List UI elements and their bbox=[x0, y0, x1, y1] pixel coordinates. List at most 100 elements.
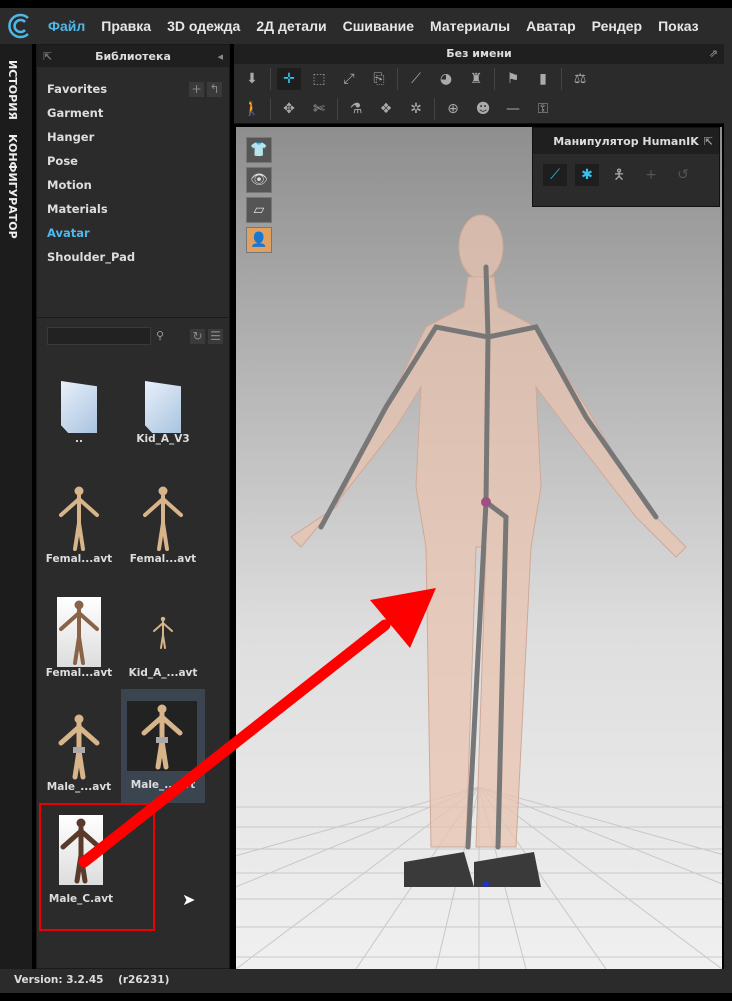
ik-full-body-icon[interactable]: ✱ bbox=[575, 164, 599, 186]
toolbar-row-2: 🚶 ✥ ✄ ⚗ ❖ ✲ ⊕ ☻ — ⚿ bbox=[234, 94, 724, 124]
app-logo-icon bbox=[8, 13, 29, 39]
pattern-icon[interactable]: ✲ bbox=[404, 98, 428, 120]
library-item-female-3[interactable]: Femal...avt bbox=[37, 579, 121, 691]
button-icon[interactable]: ⊕ bbox=[441, 98, 465, 120]
search-input[interactable] bbox=[47, 327, 151, 345]
category-materials[interactable]: Materials bbox=[47, 202, 108, 216]
show-avatar-icon[interactable]: 👁 bbox=[246, 167, 272, 193]
ik-pin-lock-icon[interactable]: + bbox=[639, 164, 663, 186]
transform-icon[interactable]: ⤢ bbox=[337, 68, 361, 90]
item-label: Femal...avt bbox=[129, 553, 197, 565]
folder-icon bbox=[61, 381, 97, 433]
menu-file[interactable]: Файл bbox=[48, 18, 85, 34]
avatar-thumbnail bbox=[59, 815, 103, 885]
library-item-male-c[interactable]: Male_C.avt bbox=[39, 803, 155, 931]
item-label: Femal...avt bbox=[45, 667, 113, 679]
tab-history[interactable]: ИСТОРИЯ bbox=[6, 60, 19, 120]
toolbar-row-1: ⬇ ✛ ⬚ ⤢ ⎘ ⟋ ◕ ♜ ⚑ ▮ ⚖ bbox=[234, 64, 724, 94]
buttonhole-icon[interactable]: ☻ bbox=[471, 98, 495, 120]
library-item-kid-a[interactable]: Kid_A_...avt bbox=[121, 579, 205, 691]
viewport-header: Без имени ⇗ bbox=[234, 44, 724, 64]
category-avatar[interactable]: Avatar bbox=[47, 226, 90, 240]
tack-icon[interactable]: ◕ bbox=[434, 68, 458, 90]
show-pattern-icon[interactable]: ▱ bbox=[246, 197, 272, 223]
refresh-button[interactable]: ↻ bbox=[190, 329, 205, 344]
avatar-thumbnail bbox=[127, 701, 197, 771]
item-label: Kid_A_...avt bbox=[128, 667, 198, 679]
category-motion[interactable]: Motion bbox=[47, 178, 92, 192]
popout-icon[interactable]: ⇗ bbox=[709, 44, 718, 64]
menu-3d-garment[interactable]: 3D одежда bbox=[167, 18, 240, 34]
search-icon[interactable]: ⚲ bbox=[156, 329, 164, 342]
arrangement-icon[interactable]: ⚑ bbox=[501, 68, 525, 90]
library-item-female-1[interactable]: Femal...avt bbox=[37, 465, 121, 577]
list-view-button[interactable]: ☰ bbox=[208, 329, 223, 344]
fold-icon[interactable]: ⎘ bbox=[367, 68, 391, 90]
menu-2d-pattern[interactable]: 2Д детали bbox=[256, 18, 326, 34]
menu-edit[interactable]: Правка bbox=[101, 18, 151, 34]
humanik-title: Манипулятор HumanIK bbox=[553, 134, 699, 148]
category-pose[interactable]: Pose bbox=[47, 154, 78, 168]
simulate-icon[interactable]: ⬇ bbox=[240, 68, 264, 90]
foot-joint bbox=[483, 881, 489, 887]
item-label: Male_...avt bbox=[46, 781, 112, 793]
menu-render[interactable]: Рендер bbox=[592, 18, 642, 34]
select-box-icon[interactable]: ⬚ bbox=[307, 68, 331, 90]
avatar-thumbnail bbox=[59, 486, 99, 551]
viewport-title: Без имени bbox=[446, 47, 512, 60]
category-garment[interactable]: Garment bbox=[47, 106, 103, 120]
back-button[interactable]: ↰ bbox=[207, 82, 222, 97]
category-favorites[interactable]: Favorites bbox=[47, 82, 107, 96]
collapse-icon[interactable]: ◂ bbox=[217, 50, 223, 63]
ik-fk-icon[interactable]: 🯅 bbox=[607, 164, 631, 186]
avatar-thumbnail bbox=[153, 616, 173, 649]
ik-bone-icon[interactable]: ⟋ bbox=[543, 164, 567, 186]
show-garment-icon[interactable]: 👕 bbox=[246, 137, 272, 163]
shoe-icon[interactable]: ⚗ bbox=[344, 98, 368, 120]
edit-avatar-icon[interactable]: ✥ bbox=[277, 98, 301, 120]
item-label: .. bbox=[75, 433, 83, 445]
category-shoulder-pad[interactable]: Shoulder_Pad bbox=[47, 250, 135, 264]
select-move-icon[interactable]: ✛ bbox=[277, 68, 301, 90]
undock-icon[interactable]: ⇱ bbox=[43, 50, 52, 63]
layer-icon[interactable]: ▮ bbox=[531, 68, 555, 90]
menu-avatar[interactable]: Аватар bbox=[526, 18, 576, 34]
avatar-select-icon[interactable]: 🚶 bbox=[240, 98, 264, 120]
pin-icon[interactable]: ⟋ bbox=[404, 68, 428, 90]
menu-sewing[interactable]: Сшивание bbox=[343, 18, 414, 34]
item-label: Male_...avt bbox=[130, 779, 196, 791]
library-header: ⇱ Библиотека ◂ bbox=[37, 45, 229, 67]
avatar-measure-icon[interactable]: ✄ bbox=[307, 98, 331, 120]
side-tabs: ИСТОРИЯ КОНФИГУРАТОР bbox=[0, 44, 32, 969]
popout-icon[interactable]: ⇱ bbox=[704, 135, 713, 148]
texture-icon[interactable]: ❖ bbox=[374, 98, 398, 120]
avatar-display-icon[interactable]: 👤 bbox=[246, 227, 272, 253]
tab-configurator[interactable]: КОНФИГУРАТОР bbox=[6, 134, 19, 239]
add-favorite-button[interactable]: + bbox=[189, 82, 204, 97]
measure-icon[interactable]: ⚖ bbox=[568, 68, 592, 90]
library-item-male-1[interactable]: Male_...avt bbox=[37, 693, 121, 805]
zipper-icon[interactable]: ⚿ bbox=[531, 98, 555, 120]
library-title: Библиотека bbox=[95, 49, 171, 63]
category-hanger[interactable]: Hanger bbox=[47, 130, 94, 144]
line-icon[interactable]: — bbox=[501, 98, 525, 120]
library-item-female-2[interactable]: Femal...avt bbox=[121, 465, 205, 577]
folder-icon bbox=[145, 381, 181, 433]
status-bar: Version: 3.2.45 (r26231) bbox=[0, 969, 732, 993]
library-item-folder-up[interactable]: .. bbox=[37, 363, 121, 475]
item-label: Femal...avt bbox=[45, 553, 113, 565]
right-panel-edge bbox=[724, 44, 732, 969]
menu-display[interactable]: Показ bbox=[658, 18, 699, 34]
ik-rotate-lock-icon[interactable]: ↺ bbox=[671, 164, 695, 186]
mouse-cursor-icon: ➤ bbox=[182, 890, 196, 909]
3d-viewport[interactable]: 👕 👁 ▱ 👤 bbox=[236, 127, 722, 969]
library-item-male-2-selected[interactable]: Male_...avt bbox=[121, 689, 205, 803]
item-label: Kid_A_V3 bbox=[136, 433, 190, 445]
humanik-header: Манипулятор HumanIK ⇱ bbox=[533, 128, 719, 154]
menu-materials[interactable]: Материалы bbox=[430, 18, 510, 34]
library-item-kid-a-v3[interactable]: Kid_A_V3 bbox=[121, 363, 205, 475]
garment-icon[interactable]: ♜ bbox=[464, 68, 488, 90]
scene-canvas bbox=[236, 214, 722, 969]
hip-joint bbox=[481, 497, 491, 507]
item-label: Male_C.avt bbox=[48, 893, 114, 905]
